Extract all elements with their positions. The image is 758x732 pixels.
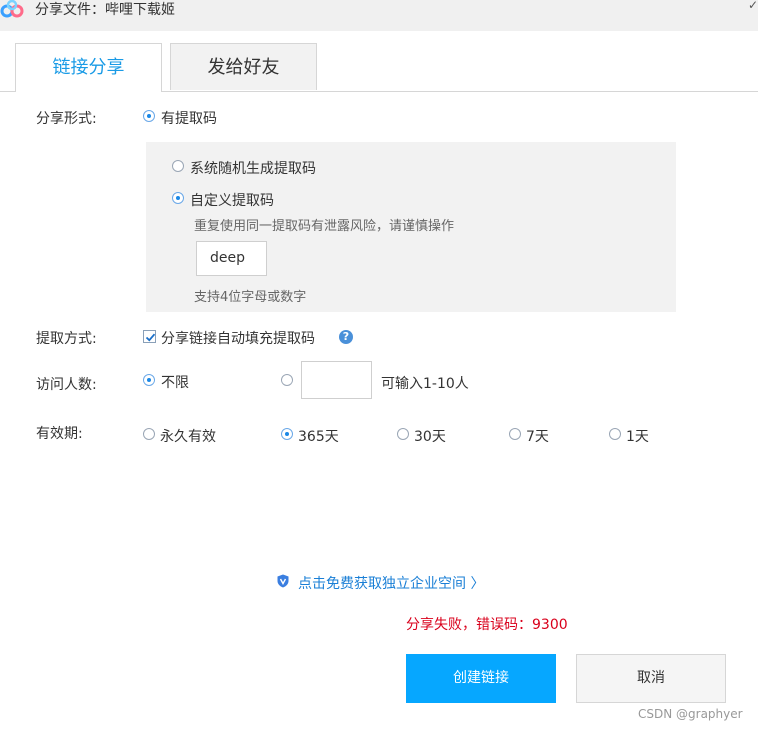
radio-validity-30[interactable]: [397, 428, 409, 440]
code-format-hint: 支持4位字母或数字: [194, 290, 307, 305]
radio-validity-7-label: 7天: [526, 429, 549, 445]
radio-validity-1[interactable]: [609, 428, 621, 440]
extract-method-label: 提取方式:: [36, 331, 97, 347]
visitor-limit-hint: 可输入1-10人: [381, 376, 469, 392]
enterprise-space-link[interactable]: 点击免费获取独立企业空间 〉: [298, 573, 484, 593]
validity-label: 有效期:: [36, 426, 83, 442]
radio-validity-30-label: 30天: [414, 429, 446, 445]
code-warning-text: 重复使用同一提取码有泄露风险，请谨慎操作: [194, 219, 455, 234]
radio-with-code-label: 有提取码: [161, 111, 217, 127]
radio-validity-1-label: 1天: [626, 429, 649, 445]
tab-link-share[interactable]: 链接分享: [15, 43, 162, 92]
radio-custom-code[interactable]: [172, 192, 184, 204]
title-bar: 分享文件：哔哩下载姬 ✓: [0, 0, 758, 31]
radio-validity-365-label: 365天: [298, 429, 339, 445]
radio-validity-7[interactable]: [509, 428, 521, 440]
radio-validity-forever-label: 永久有效: [160, 429, 216, 445]
watermark-text: CSDN @graphyer: [638, 707, 743, 721]
cancel-button[interactable]: 取消: [576, 654, 726, 703]
share-form-label: 分享形式:: [36, 111, 97, 127]
radio-unlimited-label: 不限: [161, 375, 189, 391]
tab-send-friend[interactable]: 发给好友: [170, 43, 317, 90]
create-link-button[interactable]: 创建链接: [406, 654, 556, 703]
custom-code-input[interactable]: deep: [196, 241, 267, 276]
radio-with-code[interactable]: [143, 110, 155, 122]
autofill-checkbox-label: 分享链接自动填充提取码: [161, 331, 315, 347]
radio-unlimited[interactable]: [143, 374, 155, 386]
radio-validity-forever[interactable]: [143, 428, 155, 440]
radio-limited[interactable]: [281, 374, 293, 386]
radio-random-code-label: 系统随机生成提取码: [190, 161, 316, 177]
share-error-message: 分享失败，错误码：9300: [406, 617, 568, 633]
window-corner-icon[interactable]: ✓: [748, 0, 758, 12]
help-icon[interactable]: ?: [339, 330, 353, 344]
autofill-checkbox[interactable]: [143, 330, 156, 343]
radio-random-code[interactable]: [172, 160, 184, 172]
radio-validity-365[interactable]: [281, 428, 293, 440]
window-title: 分享文件：哔哩下载姬: [35, 2, 175, 18]
visitor-count-input[interactable]: [301, 361, 372, 399]
shield-v-icon: [277, 574, 289, 588]
visitors-label: 访问人数:: [36, 377, 97, 393]
checkmark-icon: [145, 333, 156, 342]
radio-custom-code-label: 自定义提取码: [190, 193, 274, 209]
baidu-netdisk-logo-icon: [0, 0, 24, 18]
tab-bar: 链接分享 发给好友: [0, 31, 758, 92]
